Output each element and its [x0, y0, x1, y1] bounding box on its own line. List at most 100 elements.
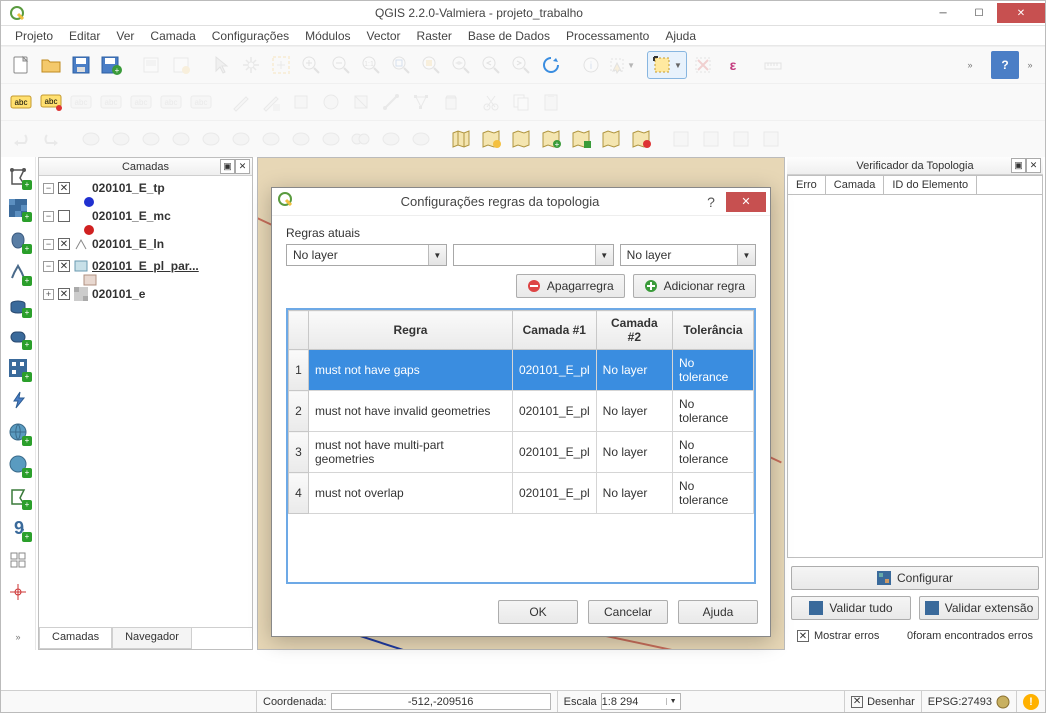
map-tool-1[interactable]: [447, 125, 475, 153]
rules-table[interactable]: Regra Camada #1 Camada #2 Tolerância 1 m…: [288, 310, 754, 514]
add-wfs-icon[interactable]: +: [5, 451, 31, 477]
table-row[interactable]: 4 must not overlap 020101_E_pl No layer …: [289, 473, 754, 514]
expand-icon[interactable]: −: [43, 183, 54, 194]
layer2-combo[interactable]: No layer▼: [620, 244, 756, 266]
tab-id[interactable]: ID do Elemento: [884, 176, 977, 194]
cell-rule[interactable]: must not overlap: [309, 473, 513, 514]
cell-layer2[interactable]: No layer: [596, 391, 672, 432]
adv-tool-10[interactable]: [347, 125, 375, 153]
tab-camadas[interactable]: Camadas: [39, 628, 112, 649]
label-tool3-icon[interactable]: abc: [67, 88, 95, 116]
menu-ver[interactable]: Ver: [108, 29, 142, 43]
map-tool-5[interactable]: [567, 125, 595, 153]
layer-checkbox[interactable]: ✕: [58, 260, 70, 272]
add-raster-icon[interactable]: +: [5, 195, 31, 221]
tab-navegador[interactable]: Navegador: [112, 628, 192, 649]
expand-left-icon[interactable]: »: [5, 624, 31, 650]
row-num[interactable]: 2: [289, 391, 309, 432]
zoom-out-icon[interactable]: [327, 51, 355, 79]
help-button[interactable]: Ajuda: [678, 600, 758, 624]
deselect-icon[interactable]: [689, 51, 717, 79]
map-tool-4[interactable]: +: [537, 125, 565, 153]
table-row[interactable]: 3 must not have multi-part geometries 02…: [289, 432, 754, 473]
cell-layer1[interactable]: 020101_E_pl: [512, 391, 596, 432]
map-tool-2[interactable]: [477, 125, 505, 153]
menu-modulos[interactable]: Módulos: [297, 29, 358, 43]
label-tool4-icon[interactable]: abc: [97, 88, 125, 116]
cell-rule[interactable]: must not have gaps: [309, 350, 513, 391]
redo-icon[interactable]: [37, 125, 65, 153]
map-tool-7[interactable]: [627, 125, 655, 153]
tab-erro[interactable]: Erro: [788, 176, 826, 194]
cancel-button[interactable]: Cancelar: [588, 600, 668, 624]
panel-close-icon[interactable]: ✕: [235, 159, 250, 174]
select-rect-icon[interactable]: ▼: [647, 51, 687, 79]
tab-camada[interactable]: Camada: [826, 176, 885, 194]
select-icon[interactable]: ▼: [607, 51, 635, 79]
refresh-icon[interactable]: [537, 51, 565, 79]
layer-name[interactable]: 020101_E_ln: [92, 237, 164, 251]
expand-icon[interactable]: −: [43, 261, 54, 272]
coord-value[interactable]: -512,-209516: [331, 693, 551, 710]
layer1-combo[interactable]: No layer▼: [286, 244, 447, 266]
delete-selected-icon[interactable]: [437, 88, 465, 116]
label-tool5-icon[interactable]: abc: [127, 88, 155, 116]
panel-close-icon[interactable]: ✕: [1026, 158, 1041, 173]
row-num[interactable]: 1: [289, 350, 309, 391]
add-mssql-icon[interactable]: +: [5, 291, 31, 317]
minimize-button[interactable]: ─: [925, 3, 961, 23]
layer-name[interactable]: 020101_E_pl_par...: [92, 259, 199, 273]
rule-combo[interactable]: ▼: [453, 244, 614, 266]
edit-save-icon[interactable]: [257, 88, 285, 116]
panel-undock-icon[interactable]: ▣: [220, 159, 235, 174]
layer-name[interactable]: 020101_E_mc: [92, 209, 171, 223]
adv-tool-5[interactable]: [197, 125, 225, 153]
delete-rule-button[interactable]: Apagarregra: [516, 274, 625, 298]
open-project-icon[interactable]: [37, 51, 65, 79]
render-checkbox[interactable]: ✕: [851, 696, 863, 708]
menu-editar[interactable]: Editar: [61, 29, 108, 43]
pan-selection-icon[interactable]: [267, 51, 295, 79]
zoom-native-icon[interactable]: 1:1: [357, 51, 385, 79]
edit-tool3-icon[interactable]: [287, 88, 315, 116]
dialog-titlebar[interactable]: Configurações regras da topologia ? ✕: [272, 188, 770, 216]
measure-icon[interactable]: [759, 51, 787, 79]
adv-tool-4[interactable]: [167, 125, 195, 153]
add-oracle-icon[interactable]: +: [5, 323, 31, 349]
label-tool7-icon[interactable]: abc: [187, 88, 215, 116]
edit-tool6-icon[interactable]: [377, 88, 405, 116]
cell-rule[interactable]: must not have invalid geometries: [309, 391, 513, 432]
zoom-selection-icon[interactable]: [417, 51, 445, 79]
row-num[interactable]: 4: [289, 473, 309, 514]
cursor-icon[interactable]: [207, 51, 235, 79]
layer-checkbox[interactable]: ✕: [58, 288, 70, 300]
add-delimited-icon[interactable]: +: [5, 483, 31, 509]
map-tool-3[interactable]: [507, 125, 535, 153]
menu-camada[interactable]: Camada: [142, 29, 203, 43]
identify-icon[interactable]: i: [577, 51, 605, 79]
zoom-layer-icon[interactable]: [447, 51, 475, 79]
adv-tool-2[interactable]: [107, 125, 135, 153]
layer-name[interactable]: 020101_e: [92, 287, 145, 301]
col-tolerance[interactable]: Tolerância: [672, 311, 753, 350]
layers-tree[interactable]: − ✕ 020101_E_tp − 020101_E_mc − ✕ 020101…: [39, 176, 252, 627]
crs-icon[interactable]: [996, 695, 1010, 709]
cell-layer1[interactable]: 020101_E_pl: [512, 350, 596, 391]
adv-tool-8[interactable]: [287, 125, 315, 153]
layer-checkbox[interactable]: ✕: [58, 238, 70, 250]
ok-button[interactable]: OK: [498, 600, 578, 624]
save-as-icon[interactable]: +: [97, 51, 125, 79]
menu-configuracoes[interactable]: Configurações: [204, 29, 297, 43]
edit-tool5-icon[interactable]: [347, 88, 375, 116]
adv-tool-6[interactable]: [227, 125, 255, 153]
add-rule-button[interactable]: Adicionar regra: [633, 274, 756, 298]
cell-rule[interactable]: must not have multi-part geometries: [309, 432, 513, 473]
add-lightning-icon[interactable]: [5, 387, 31, 413]
layer-name[interactable]: 020101_E_tp: [92, 181, 165, 195]
cell-layer1[interactable]: 020101_E_pl: [512, 432, 596, 473]
expand-icon[interactable]: −: [43, 239, 54, 250]
adv-tool-11[interactable]: [377, 125, 405, 153]
layer-checkbox[interactable]: [58, 210, 70, 222]
epsg-label[interactable]: EPSG:27493: [928, 696, 992, 708]
menu-vector[interactable]: Vector: [359, 29, 409, 43]
